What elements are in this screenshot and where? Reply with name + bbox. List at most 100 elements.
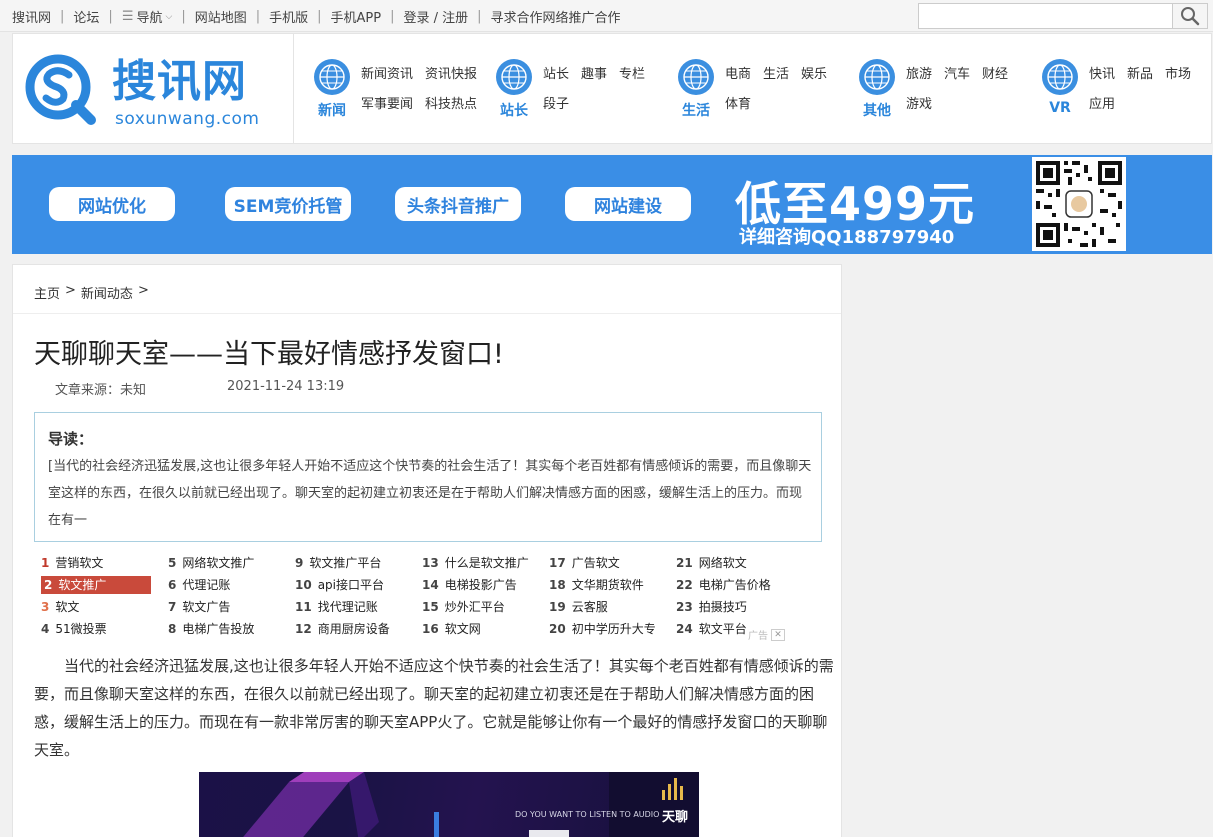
logo-domain: soxunwang.com [115, 109, 260, 129]
top-bar: 搜讯网 | 论坛 | ☰ 导航 ⌵ | 网站地图 | 手机版 | 手机APP |… [0, 0, 1213, 32]
top-nav-dropdown[interactable]: ☰ 导航 ⌵ [122, 7, 173, 26]
nav-link[interactable]: 军事要闻 [361, 96, 413, 114]
top-link-cooperation[interactable]: 寻求合作网络推广合作 [491, 7, 621, 26]
globe-icon[interactable] [313, 58, 351, 96]
banner-consult: 详细咨询QQ188797940 [739, 227, 955, 248]
nav-group-links: 旅游 汽车 财经 游戏 [906, 66, 1046, 114]
top-link-forum[interactable]: 论坛 [73, 7, 99, 26]
globe-icon[interactable] [1041, 58, 1079, 96]
lead-text: [当代的社会经济迅猛发展,这也让很多年轻人开始不适应这个快节奏的社会生活了！其实… [48, 459, 812, 528]
keyword-item[interactable]: 17 广告软文 [549, 554, 620, 572]
keyword-item[interactable]: 15 炒外汇平台 [422, 598, 505, 616]
promo-banner[interactable]: 网站优化 SEM竞价托管 头条抖音推广 网站建设 低至499元 详细咨询QQ18… [12, 155, 1212, 254]
nav-link[interactable]: 电商 [725, 66, 751, 84]
article-source: 文章来源：未知 [55, 383, 147, 398]
search-button[interactable] [1172, 3, 1208, 29]
menu-icon: ☰ [121, 9, 134, 24]
site-logo[interactable]: 搜讯网 soxunwang.com [13, 34, 294, 143]
globe-icon[interactable] [858, 58, 896, 96]
keyword-item[interactable]: 16 软文网 [422, 620, 481, 638]
top-link-app[interactable]: 手机APP [331, 7, 382, 26]
nav-link[interactable]: 段子 [543, 96, 569, 114]
nav-group-title[interactable]: 其他 [858, 100, 896, 120]
logo-title: 搜讯网 [112, 56, 247, 107]
article-card: 主页 > 新闻动态 > 天聊聊天室——当下最好情感抒发窗口! 文章来源：未知 2… [12, 264, 842, 837]
nav-group-title[interactable]: 站长 [495, 100, 533, 120]
keyword-item[interactable]: 14 电梯投影广告 [422, 576, 517, 594]
keyword-item[interactable]: 13 什么是软文推广 [422, 554, 529, 572]
nav-group-title[interactable]: 生活 [677, 100, 715, 120]
keyword-item[interactable]: 20 初中学历升大专 [549, 620, 656, 638]
nav-link[interactable]: 科技热点 [425, 96, 477, 114]
nav-link[interactable]: 趣事 [581, 66, 607, 84]
nav-group-title[interactable]: 新闻 [313, 100, 351, 120]
logo-mark-icon [25, 54, 96, 125]
nav-link[interactable]: 财经 [982, 66, 1008, 84]
keyword-item[interactable]: 3 软文 [41, 598, 79, 616]
keyword-item[interactable]: 1 营销软文 [41, 554, 103, 572]
nav-link[interactable]: 快讯 [1089, 66, 1115, 84]
top-link-login[interactable]: 登录 / 注册 [403, 7, 468, 26]
top-link-home[interactable]: 搜讯网 [12, 7, 51, 26]
keyword-item[interactable]: 11 找代理记账 [295, 598, 378, 616]
nav-link[interactable]: 娱乐 [801, 66, 827, 84]
close-icon[interactable]: ✕ [771, 628, 785, 641]
keyword-item[interactable]: 10 api接口平台 [295, 576, 384, 594]
keyword-item[interactable]: 6 代理记账 [168, 576, 230, 594]
article-lead-box: 导读： [当代的社会经济迅猛发展,这也让很多年轻人开始不适应这个快节奏的社会生活… [34, 412, 822, 542]
lead-label: 导读： [48, 430, 94, 448]
nav-link[interactable]: 旅游 [906, 66, 932, 84]
keyword-list: 1 营销软文 2 软文推广 3 软文 4 51微投票 5 网络软文推广 6 代理记账 7 软文… [41, 554, 811, 644]
breadcrumb-news[interactable]: 新闻动态 [81, 283, 133, 302]
hero-brand: 天聊 [662, 810, 689, 825]
nav-link[interactable]: 新闻资讯 [361, 66, 413, 84]
nav-link[interactable]: 汽车 [944, 66, 970, 84]
globe-icon[interactable] [677, 58, 715, 96]
banner-button-seo[interactable]: 网站优化 [49, 187, 175, 221]
keyword-item[interactable]: 19 云客服 [549, 598, 608, 616]
breadcrumb: 主页 > 新闻动态 > [34, 283, 149, 302]
top-link-sitemap[interactable]: 网站地图 [195, 7, 247, 26]
banner-button-douyin[interactable]: 头条抖音推广 [395, 187, 521, 221]
nav-group-title[interactable]: VR [1041, 100, 1079, 116]
breadcrumb-home[interactable]: 主页 [34, 283, 60, 302]
keyword-item[interactable]: 7 软文广告 [168, 598, 230, 616]
site-header: 搜讯网 soxunwang.com 新闻 新闻资讯 资讯快报 军事要闻 科技热点 [12, 33, 1212, 144]
keyword-item[interactable]: 22 电梯广告价格 [676, 576, 771, 594]
keyword-item[interactable]: 8 电梯广告投放 [168, 620, 254, 638]
nav-link[interactable]: 体育 [725, 96, 751, 114]
nav-link[interactable]: 新品 [1127, 66, 1153, 84]
keyword-item[interactable]: 5 网络软文推广 [168, 554, 254, 572]
search-input[interactable] [918, 3, 1173, 29]
keyword-item[interactable]: 4 51微投票 [41, 620, 107, 638]
keyword-item[interactable]: 9 软文推广平台 [295, 554, 381, 572]
hero-tagline: DO YOU WANT TO LISTEN TO AUDIO [515, 810, 660, 819]
nav-link[interactable]: 资讯快报 [425, 66, 477, 84]
keyword-item[interactable]: 21 网络软文 [676, 554, 747, 572]
nav-group-links: 站长 趣事 专栏 段子 [543, 66, 683, 114]
breadcrumb-separator: > [65, 283, 76, 298]
keyword-item[interactable]: 2 软文推广 [41, 576, 151, 594]
nav-link[interactable]: 游戏 [906, 96, 932, 114]
top-nav-label: 导航 [136, 11, 163, 26]
keyword-item[interactable]: 24 软文平台 [676, 620, 747, 638]
nav-link[interactable]: 应用 [1089, 96, 1115, 114]
keyword-item[interactable]: 12 商用厨房设备 [295, 620, 390, 638]
nav-link[interactable]: 生活 [763, 66, 789, 84]
chevron-down-icon: ⌵ [165, 11, 173, 22]
divider [13, 313, 841, 314]
page-title: 天聊聊天室——当下最好情感抒发窗口! [34, 339, 504, 370]
keyword-item[interactable]: 18 文华期货软件 [549, 576, 644, 594]
globe-icon[interactable] [495, 58, 533, 96]
banner-button-sem[interactable]: SEM竞价托管 [225, 187, 351, 221]
breadcrumb-separator: > [137, 283, 149, 298]
top-link-mobile[interactable]: 手机版 [269, 7, 308, 26]
nav-link[interactable]: 专栏 [619, 66, 645, 84]
banner-button-website[interactable]: 网站建设 [565, 187, 691, 221]
nav-link[interactable]: 市场 [1165, 66, 1191, 84]
nav-link[interactable]: 站长 [543, 66, 569, 84]
ad-label: 广告 [748, 631, 768, 642]
keyword-item[interactable]: 23 拍摄技巧 [676, 598, 747, 616]
nav-group-links: 电商 生活 娱乐 体育 [725, 66, 865, 114]
ad-tag[interactable]: 广告 ✕ [748, 627, 785, 642]
